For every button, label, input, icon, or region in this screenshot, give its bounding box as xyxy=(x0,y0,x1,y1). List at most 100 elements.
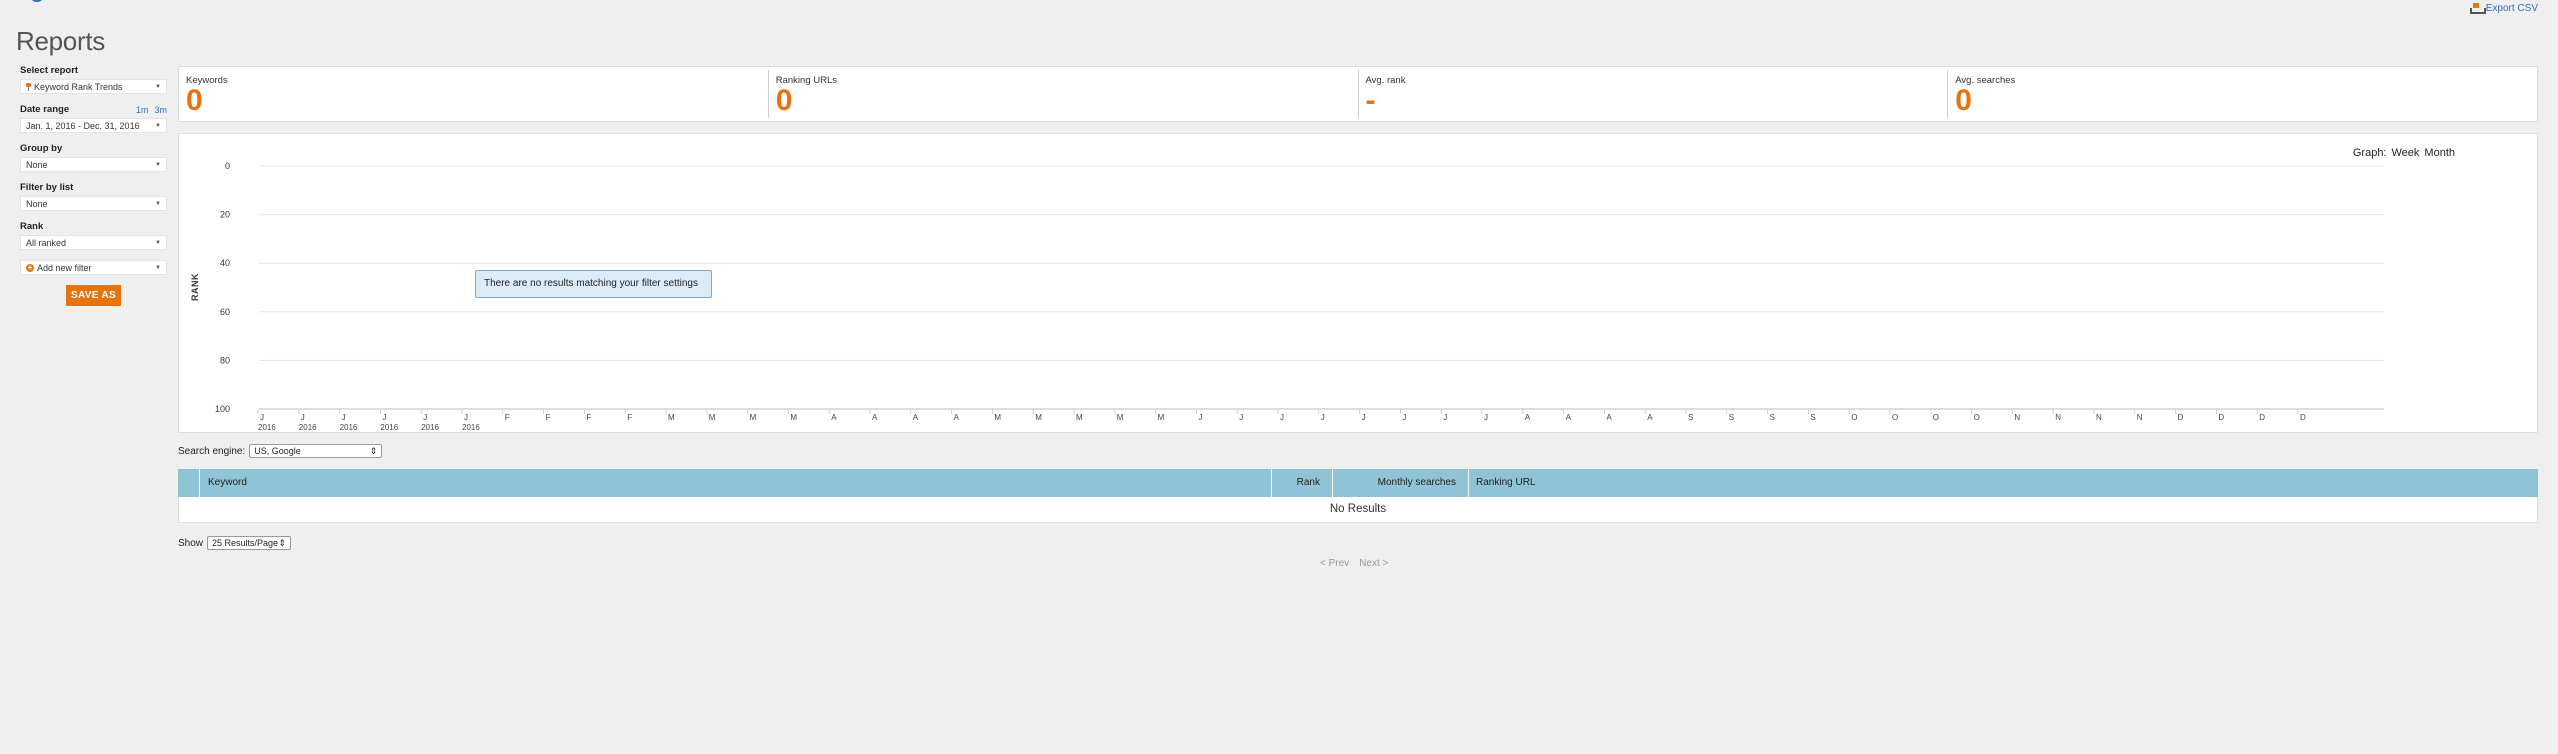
x-year-label: 2016 xyxy=(421,423,439,432)
group-by-value: None xyxy=(26,159,48,170)
summary-stats: Keywords 0 Ranking URLs 0 Avg. rank - Av… xyxy=(178,66,2538,122)
y-tick-label: 0 xyxy=(225,161,230,171)
stat-name: Avg. rank xyxy=(1365,75,1406,86)
report-select[interactable]: Keyword Rank Trends ▼ xyxy=(20,79,167,94)
x-tick-label: M xyxy=(790,413,797,422)
y-tick-label: 40 xyxy=(220,258,230,268)
download-icon xyxy=(2469,3,2486,14)
caret-down-icon: ▼ xyxy=(155,83,161,90)
stat-avg-rank: Avg. rank - xyxy=(1359,70,1949,118)
table-header: Keyword Rank Monthly searches Ranking UR… xyxy=(178,469,2538,497)
x-tick-label: D xyxy=(2218,413,2224,422)
x-tick-label: J xyxy=(1198,413,1202,422)
x-tick-label: M xyxy=(1117,413,1124,422)
x-tick-label: N xyxy=(2055,413,2061,422)
x-tick-label: O xyxy=(1974,413,1980,422)
filter-list-select[interactable]: None ▼ xyxy=(20,196,167,211)
add-filter-select[interactable]: + Add new filter ▼ xyxy=(20,260,167,275)
x-tick-label: A xyxy=(831,413,837,422)
column-rank[interactable]: Rank xyxy=(1272,469,1333,497)
caret-down-icon: ▼ xyxy=(155,200,161,207)
x-tick-label: J xyxy=(464,413,468,422)
report-select-value: Keyword Rank Trends xyxy=(34,81,123,92)
stat-name: Avg. searches xyxy=(1955,75,2016,86)
filter-list-label: Filter by list xyxy=(20,182,74,193)
x-tick-label: O xyxy=(1892,413,1898,422)
no-results-message: There are no results matching your filte… xyxy=(475,270,712,298)
stat-value: - xyxy=(1365,84,1376,117)
stat-keywords: Keywords 0 xyxy=(179,70,769,118)
rank-select[interactable]: All ranked ▼ xyxy=(20,235,167,250)
search-engine-label: Search engine: xyxy=(178,445,246,457)
report-sidebar: Select report Keyword Rank Trends ▼ Date… xyxy=(20,65,167,306)
next-page-link[interactable]: Next > xyxy=(1359,558,1388,569)
prev-page-link[interactable]: < Prev xyxy=(1320,558,1349,569)
column-ranking-url[interactable]: Ranking URL xyxy=(1469,469,2538,497)
caret-down-icon: ▼ xyxy=(155,264,161,271)
filter-list-value: None xyxy=(26,198,48,209)
x-tick-label: A xyxy=(1525,413,1531,422)
quick-range-1m[interactable]: 1m xyxy=(136,105,149,115)
select-report-label: Select report xyxy=(20,65,79,76)
stat-avg-searches: Avg. searches 0 xyxy=(1948,70,2537,118)
empty-table-row: No Results xyxy=(178,497,2538,523)
x-tick-label: J xyxy=(382,413,386,422)
page-title: Reports xyxy=(16,26,105,56)
add-filter-label: Add new filter xyxy=(37,262,92,273)
x-tick-label: J xyxy=(423,413,427,422)
x-year-label: 2016 xyxy=(380,423,398,432)
updown-icon: ⇕ xyxy=(369,445,378,456)
x-tick-label: A xyxy=(1566,413,1572,422)
caret-down-icon: ▼ xyxy=(155,239,161,246)
x-tick-label: M xyxy=(1076,413,1083,422)
select-column-header[interactable] xyxy=(178,469,200,497)
x-tick-label: F xyxy=(586,413,591,422)
date-range-value: Jan. 1, 2016 - Dec. 31, 2016 xyxy=(26,120,140,131)
search-engine-row: Search engine: US, Google ⇕ xyxy=(178,444,383,458)
date-range-label: Date range xyxy=(20,104,70,115)
x-tick-label: S xyxy=(1729,413,1734,422)
quick-range-3m[interactable]: 3m xyxy=(154,105,167,115)
logo xyxy=(30,0,44,2)
x-tick-label: M xyxy=(668,413,675,422)
x-tick-label: D xyxy=(2178,413,2184,422)
x-tick-label: F xyxy=(627,413,632,422)
add-icon: + xyxy=(26,262,34,272)
group-by-select[interactable]: None ▼ xyxy=(20,157,167,172)
per-page-value: 25 Results/Page xyxy=(212,538,279,548)
stat-name: Keywords xyxy=(186,75,228,86)
x-tick-label: J xyxy=(1321,413,1325,422)
column-monthly-searches[interactable]: Monthly searches xyxy=(1333,469,1469,497)
y-tick-label: 20 xyxy=(220,210,230,220)
x-tick-label: N xyxy=(2096,413,2102,422)
stat-name: Ranking URLs xyxy=(775,75,837,86)
rank-label: Rank xyxy=(20,221,44,232)
x-tick-label: M xyxy=(1035,413,1042,422)
x-tick-label: J xyxy=(1362,413,1366,422)
save-as-button[interactable]: SAVE AS xyxy=(66,285,121,306)
y-tick-label: 100 xyxy=(215,404,230,414)
x-tick-label: A xyxy=(1647,413,1653,422)
y-tick-label: 80 xyxy=(220,355,230,365)
x-tick-label: N xyxy=(2137,413,2143,422)
x-year-label: 2016 xyxy=(340,423,358,432)
x-tick-label: S xyxy=(1688,413,1693,422)
x-tick-label: S xyxy=(1770,413,1775,422)
x-tick-label: M xyxy=(1158,413,1165,422)
caret-down-icon: ▼ xyxy=(155,122,161,129)
export-csv-label[interactable]: Export CSV xyxy=(2486,3,2538,14)
results-table: Keyword Rank Monthly searches Ranking UR… xyxy=(178,469,2538,523)
date-range-select[interactable]: Jan. 1, 2016 - Dec. 31, 2016 ▼ xyxy=(20,118,167,133)
stat-ranking-urls: Ranking URLs 0 xyxy=(769,70,1359,118)
x-tick-label: J xyxy=(301,413,305,422)
x-tick-label: S xyxy=(1810,413,1815,422)
x-tick-label: O xyxy=(1851,413,1857,422)
per-page-select[interactable]: 25 Results/Page ⇕ xyxy=(207,536,292,550)
column-keyword[interactable]: Keyword xyxy=(200,469,1272,497)
search-engine-select[interactable]: US, Google ⇕ xyxy=(249,444,383,458)
x-tick-label: A xyxy=(954,413,960,422)
export-csv-link[interactable]: Export CSV xyxy=(2469,3,2538,14)
x-year-label: 2016 xyxy=(462,423,480,432)
show-label: Show xyxy=(178,537,204,549)
search-engine-value: US, Google xyxy=(254,446,301,456)
